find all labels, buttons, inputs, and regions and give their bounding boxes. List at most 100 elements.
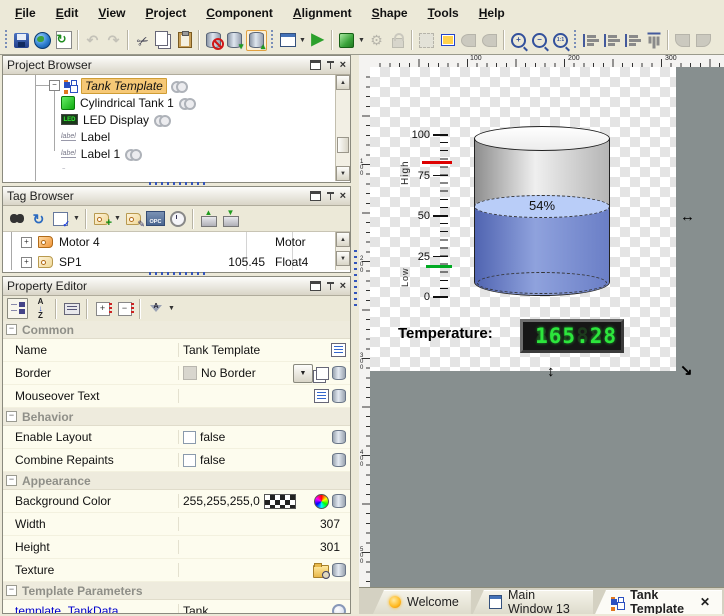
scan-class-icon[interactable]: [168, 209, 187, 228]
binding-icon[interactable]: [332, 430, 346, 444]
tag-name[interactable]: Motor 4: [59, 235, 219, 249]
browse-texture-icon[interactable]: [313, 565, 329, 578]
shape-subtract-icon[interactable]: [480, 31, 499, 50]
tag-table-scrollbar[interactable]: ▲ ▼: [335, 232, 350, 270]
expand-icon[interactable]: +: [21, 237, 32, 248]
component-dropdown-icon[interactable]: ▼: [357, 31, 366, 50]
property-row-enable-layout[interactable]: Enable Layout false: [3, 426, 350, 449]
copy-icon[interactable]: [154, 31, 173, 50]
tree-item-led-display[interactable]: LED LED Display: [61, 111, 167, 128]
resize-handle-right[interactable]: ↔: [680, 209, 695, 224]
magnifier-icon[interactable]: [332, 604, 346, 613]
tree-item-tank-template[interactable]: − Tank Template: [49, 77, 184, 94]
property-row-mouseover[interactable]: Mouseover Text: [3, 385, 350, 408]
scroll-down-icon[interactable]: ▼: [336, 251, 350, 266]
new-window-icon[interactable]: [278, 31, 297, 50]
scroll-up-icon[interactable]: ▲: [336, 232, 350, 247]
description-pane-icon[interactable]: [62, 299, 81, 318]
corner-anchor2-icon[interactable]: [694, 31, 713, 50]
lock-icon[interactable]: [388, 31, 407, 50]
tree-item-cylindrical-tank[interactable]: Cylindrical Tank 1: [61, 94, 192, 111]
property-row-width[interactable]: Width 307: [3, 513, 350, 536]
collapse-icon[interactable]: −: [49, 80, 60, 91]
color-swatch[interactable]: [264, 494, 296, 509]
refresh-project-icon[interactable]: [54, 31, 73, 50]
property-value[interactable]: 301: [179, 540, 350, 554]
collapse-section-icon[interactable]: −: [6, 411, 17, 422]
property-value[interactable]: 255,255,255,0: [183, 494, 260, 508]
float-panel-icon[interactable]: [310, 60, 321, 70]
corner-anchor-icon[interactable]: [673, 31, 692, 50]
close-panel-icon[interactable]: ×: [340, 281, 346, 292]
play-icon[interactable]: ▶: [308, 31, 327, 50]
paste-icon[interactable]: [175, 31, 194, 50]
collapse-section-icon[interactable]: −: [6, 475, 17, 486]
web-globe-icon[interactable]: [33, 31, 52, 50]
binding-icon[interactable]: [332, 453, 346, 467]
float-panel-icon[interactable]: [310, 191, 321, 201]
close-tab-icon[interactable]: ✕: [700, 595, 710, 609]
pin-panel-icon[interactable]: [326, 191, 335, 201]
toolbar-grip[interactable]: [4, 30, 9, 50]
property-value[interactable]: Tank Template: [179, 343, 331, 357]
checkbox-icon[interactable]: [183, 454, 196, 467]
tree-item-label[interactable]: LED Display: [83, 113, 149, 127]
tree-item-partial[interactable]: ⁼: [61, 162, 65, 179]
property-name-link[interactable]: template_TankData: [3, 604, 179, 613]
property-row-name[interactable]: Name Tank Template: [3, 339, 350, 362]
sort-az-icon[interactable]: A↓Z: [31, 299, 50, 318]
property-row-background-color[interactable]: Background Color 255,255,255,0: [3, 490, 350, 513]
scroll-down-icon[interactable]: ▼: [336, 166, 350, 181]
property-row-template-tankdata[interactable]: template_TankData Tank: [3, 600, 350, 613]
gears-icon[interactable]: ⚙: [367, 31, 386, 50]
tree-item-label-1[interactable]: label Label 1: [61, 145, 138, 162]
cut-icon[interactable]: ✂: [130, 27, 155, 52]
section-appearance[interactable]: − Appearance: [3, 472, 350, 490]
edit-tag-icon[interactable]: [124, 209, 143, 228]
tree-item-label[interactable]: Label 1: [81, 147, 120, 161]
column-config-icon[interactable]: [51, 209, 70, 228]
property-value[interactable]: Tank: [179, 604, 332, 613]
menu-view[interactable]: View: [89, 3, 134, 23]
binding-icon[interactable]: [332, 366, 346, 380]
menu-file[interactable]: File: [6, 3, 45, 23]
temperature-label[interactable]: Temperature:: [398, 325, 493, 342]
color-wheel-icon[interactable]: [314, 494, 329, 509]
filter-icon[interactable]: [146, 299, 165, 318]
tree-item-label[interactable]: Cylindrical Tank 1: [80, 96, 174, 110]
distribute-right-icon[interactable]: [623, 31, 642, 50]
close-panel-icon[interactable]: ×: [340, 191, 346, 202]
template-workspace[interactable]: 100 75 50 25 0 High Low: [370, 67, 676, 371]
section-behavior[interactable]: − Behavior: [3, 408, 350, 426]
checkbox-icon[interactable]: [183, 431, 196, 444]
tag-row-motor4[interactable]: + Motor 4 Motor: [3, 232, 335, 252]
menu-tools[interactable]: Tools: [419, 3, 468, 23]
border-dropdown-icon[interactable]: ▼: [293, 364, 313, 383]
pin-panel-icon[interactable]: [326, 60, 335, 70]
menu-alignment[interactable]: Alignment: [284, 3, 361, 23]
property-row-combine-repaints[interactable]: Combine Repaints false: [3, 449, 350, 472]
zoom-out-icon[interactable]: −: [530, 31, 549, 50]
save-icon[interactable]: [12, 31, 31, 50]
menu-component[interactable]: Component: [197, 3, 282, 23]
tab-main-window-13[interactable]: Main Window 13: [473, 590, 593, 614]
db-upload-icon[interactable]: [246, 30, 267, 51]
scroll-up-icon[interactable]: ▲: [336, 75, 350, 90]
undo-icon[interactable]: ↶: [83, 31, 102, 50]
import-tags-icon[interactable]: [199, 209, 218, 228]
led-display[interactable]: 888888 165.28: [520, 319, 624, 353]
section-common[interactable]: − Common: [3, 321, 350, 339]
menu-project[interactable]: Project: [137, 3, 196, 23]
binding-icon[interactable]: [332, 494, 346, 508]
text-editor-icon[interactable]: [331, 343, 346, 357]
collapse-section-icon[interactable]: −: [6, 585, 17, 596]
resize-handle-bottom[interactable]: ↕: [547, 364, 555, 379]
shape-union-icon[interactable]: [459, 31, 478, 50]
filter-dropdown-icon[interactable]: ▼: [167, 299, 176, 318]
tab-welcome[interactable]: Welcome: [373, 590, 471, 614]
tab-tank-template[interactable]: Tank Template ✕: [595, 590, 722, 614]
categorize-view-icon[interactable]: [7, 298, 28, 319]
project-tree-scrollbar[interactable]: ▲ ▼: [335, 75, 350, 181]
add-tag-dropdown-icon[interactable]: ▼: [113, 209, 122, 228]
project-browser-header[interactable]: Project Browser ×: [3, 56, 350, 75]
